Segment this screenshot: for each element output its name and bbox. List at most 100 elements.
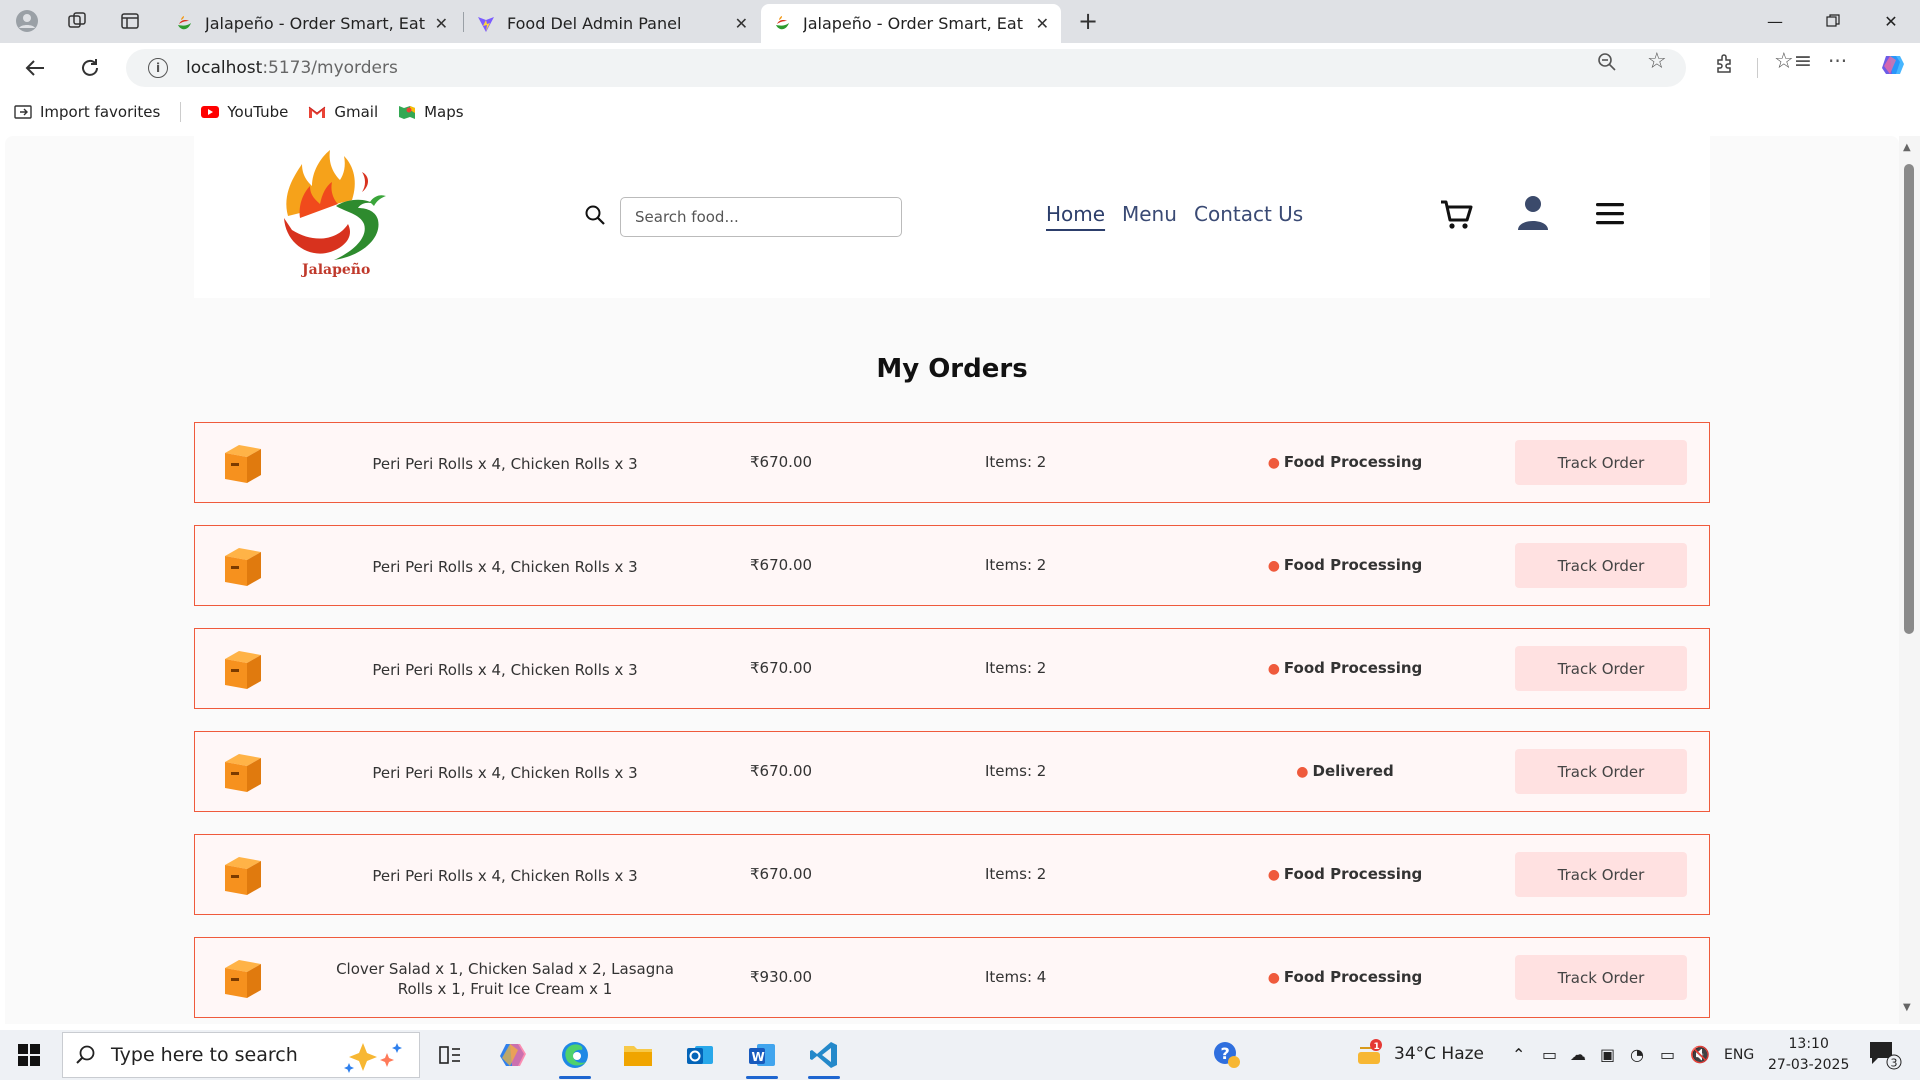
site-info-icon[interactable]: i	[148, 58, 168, 78]
browser-toolbar: i localhost:5173/myorders ☆ ☆≡ ···	[0, 43, 1920, 93]
edge-browser-icon[interactable]	[557, 1038, 593, 1079]
clock-date: 27-03-2025	[1768, 1057, 1850, 1073]
food-search-input[interactable]	[620, 197, 902, 237]
notifications-icon[interactable]: 3	[1868, 1040, 1902, 1074]
nav-contact-link[interactable]: Contact Us	[1194, 202, 1303, 226]
profile-user-icon[interactable]	[1516, 194, 1550, 232]
address-bar[interactable]: i localhost:5173/myorders	[126, 49, 1686, 87]
close-tab-icon[interactable]: ✕	[1036, 14, 1049, 33]
order-row: Peri Peri Rolls x 4, Chicken Rolls x 3 ₹…	[194, 731, 1710, 812]
favorites-icon[interactable]: ☆≡	[1774, 49, 1812, 74]
vscode-icon[interactable]	[806, 1038, 842, 1079]
scrollbar-thumb[interactable]	[1904, 164, 1914, 634]
wifi-icon[interactable]: ◔	[1630, 1045, 1644, 1064]
taskbar-clock[interactable]: 13:10 27-03-2025	[1768, 1034, 1849, 1076]
track-order-button[interactable]: Track Order	[1515, 543, 1687, 588]
status-dot: ●	[1267, 661, 1280, 677]
page-title: My Orders	[876, 354, 1028, 384]
tab-title: Food Del Admin Panel	[507, 14, 682, 33]
onedrive-icon[interactable]: ☁	[1570, 1045, 1586, 1064]
order-item-count: Items: 4	[985, 968, 1047, 986]
battery-icon[interactable]: ▭	[1660, 1045, 1675, 1064]
bookmark-gmail[interactable]: Gmail	[308, 103, 378, 121]
url-host: localhost	[186, 58, 263, 78]
bookmark-maps[interactable]: Maps	[398, 103, 464, 121]
close-window-icon[interactable]: ✕	[1876, 8, 1906, 34]
status-dot: ●	[1296, 764, 1309, 780]
logo-wordmark: Jalapeño	[300, 261, 370, 278]
vite-favicon-icon	[478, 16, 494, 32]
tab-jalapeno-1[interactable]: Jalapeño - Order Smart, Eat Healt ✕	[163, 4, 460, 43]
restore-icon[interactable]	[1818, 8, 1848, 34]
workspaces-icon[interactable]	[64, 8, 90, 34]
browser-tab-bar: Jalapeño - Order Smart, Eat Healt ✕ Food…	[0, 0, 1920, 43]
windows-start-icon[interactable]	[18, 1044, 40, 1066]
taskbar-search-box[interactable]: Type here to search	[62, 1032, 420, 1078]
jalapeno-favicon-icon	[178, 15, 191, 29]
jalapeno-favicon-icon	[776, 15, 789, 29]
minimize-icon[interactable]: —	[1760, 8, 1790, 34]
order-amount: ₹670.00	[750, 556, 813, 574]
track-order-button[interactable]: Track Order	[1515, 955, 1687, 1000]
zoom-out-icon[interactable]	[1597, 52, 1617, 77]
page-scrollbar[interactable]: ▲ ▼	[1899, 136, 1920, 1024]
order-row: Peri Peri Rolls x 4, Chicken Rolls x 3 ₹…	[194, 525, 1710, 606]
refresh-icon[interactable]	[75, 53, 105, 83]
new-tab-icon[interactable]: +	[1075, 7, 1101, 35]
close-tab-icon[interactable]: ✕	[735, 14, 748, 33]
package-icon	[225, 445, 261, 483]
tab-admin-panel[interactable]: Food Del Admin Panel ✕	[465, 4, 760, 43]
favorite-star-icon[interactable]: ☆	[1647, 49, 1667, 74]
cart-icon[interactable]	[1439, 198, 1473, 232]
search-icon[interactable]	[584, 204, 606, 226]
track-order-button[interactable]: Track Order	[1515, 749, 1687, 794]
taskbar-search-placeholder: Type here to search	[111, 1044, 298, 1066]
order-status-text: Food Processing	[1283, 968, 1423, 986]
show-hidden-icons-icon[interactable]: ⌃	[1512, 1045, 1525, 1064]
bookmark-youtube[interactable]: YouTube	[201, 103, 288, 121]
order-status-text: Food Processing	[1283, 865, 1423, 883]
track-order-button[interactable]: Track Order	[1515, 440, 1687, 485]
order-amount: ₹670.00	[750, 659, 813, 677]
maps-icon	[399, 106, 416, 119]
display-icon[interactable]: ▣	[1600, 1045, 1615, 1064]
package-icon	[225, 651, 261, 689]
track-order-button[interactable]: Track Order	[1515, 852, 1687, 897]
order-status: ● Food Processing	[1195, 453, 1495, 471]
track-order-button[interactable]: Track Order	[1515, 646, 1687, 691]
jalapeno-logo[interactable]: Jalapeño	[266, 146, 406, 288]
profile-icon[interactable]	[14, 8, 40, 34]
back-icon[interactable]	[20, 53, 50, 83]
tab-jalapeno-active[interactable]: Jalapeño - Order Smart, Eat Healt ✕	[761, 4, 1061, 43]
more-menu-icon[interactable]: ···	[1828, 49, 1847, 73]
file-explorer-icon[interactable]	[620, 1038, 656, 1072]
extensions-icon[interactable]	[1714, 52, 1736, 79]
language-indicator[interactable]: ENG	[1724, 1047, 1754, 1063]
help-icon[interactable]: ?	[1212, 1040, 1242, 1074]
scroll-up-icon[interactable]: ▲	[1903, 142, 1911, 153]
import-icon	[14, 105, 32, 119]
word-icon[interactable]: W	[744, 1038, 780, 1079]
copilot-icon[interactable]	[1880, 52, 1906, 83]
order-items: Peri Peri Rolls x 4, Chicken Rolls x 3	[372, 763, 638, 782]
order-items: Peri Peri Rolls x 4, Chicken Rolls x 3	[372, 866, 638, 885]
bookmark-import-favorites[interactable]: Import favorites	[14, 103, 160, 121]
meet-now-icon[interactable]: ▭	[1542, 1045, 1557, 1064]
copilot-app-icon[interactable]	[495, 1038, 531, 1072]
outlook-icon[interactable]	[682, 1038, 718, 1072]
order-item-count: Items: 2	[985, 659, 1047, 677]
weather-icon[interactable]: 1	[1356, 1038, 1384, 1072]
volume-muted-icon[interactable]: 🔇	[1690, 1045, 1710, 1064]
hamburger-menu-icon[interactable]	[1596, 202, 1626, 226]
order-status: ● Delivered	[1195, 762, 1495, 780]
close-tab-icon[interactable]: ✕	[435, 14, 448, 33]
tab-title: Jalapeño - Order Smart, Eat Healt	[205, 14, 427, 33]
scroll-down-icon[interactable]: ▼	[1903, 1002, 1911, 1013]
order-amount: ₹670.00	[750, 762, 813, 780]
nav-menu-link[interactable]: Menu	[1122, 202, 1177, 226]
order-status: ● Food Processing	[1195, 556, 1495, 574]
nav-home-link[interactable]: Home	[1046, 202, 1105, 226]
tab-actions-icon[interactable]	[117, 8, 143, 34]
order-status-text: Food Processing	[1283, 659, 1423, 677]
task-view-icon[interactable]	[432, 1038, 468, 1072]
